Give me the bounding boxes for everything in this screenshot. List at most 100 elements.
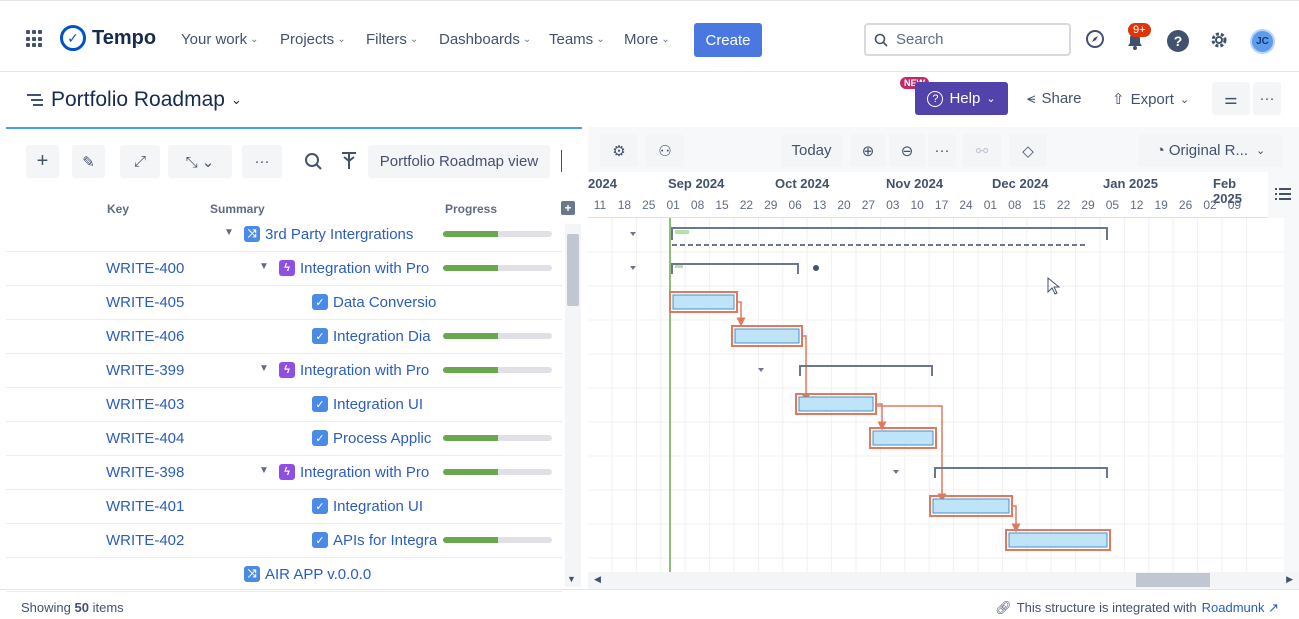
row-summary[interactable]: Data Conversio (333, 294, 436, 311)
row-key[interactable]: WRITE-400 (106, 260, 184, 277)
summary-bar-write-400[interactable] (671, 263, 799, 274)
nav-teams[interactable]: Teams ⌄ (549, 31, 605, 48)
export-button[interactable]: ⇧ Export ⌄ (1112, 90, 1189, 109)
summary-bar-write-398[interactable] (934, 467, 1108, 478)
row-summary[interactable]: Integration UI (333, 498, 423, 515)
scrollbar-thumb[interactable] (1136, 573, 1210, 587)
task-bar-write-403[interactable] (798, 396, 874, 412)
gear-icon[interactable] (1208, 29, 1230, 51)
expand-toggle-icon[interactable]: ▼ (259, 261, 269, 272)
table-row[interactable]: WRITE-398 ▼ ϟ Integration with Pro (6, 456, 562, 490)
search-input[interactable]: Search (864, 23, 1071, 56)
zoom-in-button[interactable]: ⊕ (850, 134, 886, 167)
expand-toggle-icon[interactable]: ▼ (259, 465, 269, 476)
collapse-arrow-icon[interactable] (630, 232, 636, 236)
column-header-progress[interactable]: Progress (445, 202, 497, 216)
milestone-button[interactable]: ◇ (1009, 134, 1047, 167)
task-bar-write-401[interactable] (932, 498, 1010, 514)
nav-projects[interactable]: Projects ⌄ (280, 31, 346, 48)
row-key[interactable]: WRITE-402 (106, 532, 184, 549)
today-button[interactable]: Today (781, 134, 842, 167)
zoom-out-button[interactable]: ⊖ (889, 134, 925, 167)
share-button[interactable]: ⪪ Share (1027, 90, 1082, 107)
add-button[interactable]: + (26, 145, 59, 178)
row-summary[interactable]: AIR APP v.0.0.0 (265, 566, 371, 583)
row-summary[interactable]: Integration with Pro (300, 464, 429, 481)
row-key[interactable]: WRITE-401 (106, 498, 184, 515)
help-icon[interactable]: ? (1167, 30, 1189, 52)
task-bar-write-404[interactable] (872, 430, 934, 446)
view-selector[interactable]: Portfolio Roadmap view (368, 145, 550, 178)
more-actions-button[interactable]: ··· (1253, 82, 1281, 115)
row-key[interactable]: WRITE-403 (106, 396, 184, 413)
row-summary[interactable]: Integration UI (333, 396, 423, 413)
avatar[interactable]: JC (1250, 29, 1275, 54)
search-icon[interactable] (304, 152, 322, 170)
add-column-icon[interactable]: + (561, 201, 575, 215)
nav-more[interactable]: More ⌄ (624, 31, 670, 48)
task-bar-write-406[interactable] (734, 328, 800, 344)
app-switcher-icon[interactable] (26, 30, 44, 48)
row-summary[interactable]: Integration with Pro (300, 362, 429, 379)
task-bar-write-405[interactable] (672, 294, 735, 310)
scroll-right-icon[interactable]: ▶ (1286, 574, 1293, 585)
collapse-arrow-icon[interactable] (630, 266, 636, 270)
table-row[interactable]: WRITE-402 ✓ APIs for Integra (6, 524, 562, 558)
baseline-selector[interactable]: ◔ Original R... ⌄ (1138, 134, 1283, 167)
nav-filters[interactable]: Filters ⌄ (366, 31, 418, 48)
row-summary[interactable]: Integration Dia (333, 328, 431, 345)
roadmunk-link[interactable]: Roadmunk ↗ (1202, 600, 1279, 616)
row-key[interactable]: WRITE-398 (106, 464, 184, 481)
column-header-key[interactable]: Key (107, 202, 129, 216)
table-row[interactable]: WRITE-404 ✓ Process Applic (6, 422, 562, 456)
collapse-arrow-icon[interactable] (758, 368, 764, 372)
gantt-settings-button[interactable]: ⚙ (600, 134, 638, 167)
collapse-arrow-icon[interactable] (893, 470, 899, 474)
create-button[interactable]: Create (694, 23, 762, 57)
row-key[interactable]: WRITE-405 (106, 294, 184, 311)
app-logo[interactable]: ✓ Tempo (60, 25, 156, 51)
summary-bar-write-399[interactable] (799, 365, 933, 376)
row-key[interactable]: WRITE-399 (106, 362, 184, 379)
resource-button[interactable]: ⚇ (646, 134, 684, 167)
filter-icon[interactable] (340, 151, 358, 171)
expand-toggle-icon[interactable]: ▼ (224, 227, 234, 238)
column-header-summary[interactable]: Summary (210, 202, 265, 216)
table-row[interactable]: WRITE-401 ✓ Integration UI (6, 490, 562, 524)
list-icon[interactable] (1275, 186, 1291, 202)
expand-toggle-icon[interactable]: ▼ (259, 363, 269, 374)
expand-all-button[interactable]: ⤢ (120, 145, 160, 178)
table-row[interactable]: ⤨ AIR APP v.0.0.0 (6, 558, 562, 592)
table-row[interactable]: WRITE-406 ✓ Integration Dia (6, 320, 562, 354)
link-button[interactable]: ⚯ (963, 134, 1001, 167)
page-title[interactable]: Portfolio Roadmap ⌄ (27, 88, 242, 112)
row-summary[interactable]: 3rd Party Intergrations (265, 226, 413, 243)
scroll-down-icon[interactable]: ▼ (567, 574, 576, 584)
task-bar-write-402[interactable] (1008, 532, 1108, 548)
table-row[interactable]: WRITE-399 ▼ ϟ Integration with Pro (6, 354, 562, 388)
nav-your-work[interactable]: Your work ⌄ (181, 31, 259, 48)
table-row[interactable]: WRITE-405 ✓ Data Conversio (6, 286, 562, 320)
horizontal-scrollbar[interactable]: ◀ ▶ (588, 572, 1299, 588)
nav-dashboards[interactable]: Dashboards ⌄ (439, 31, 531, 48)
row-key[interactable]: WRITE-404 (106, 430, 184, 447)
summary-bar-3rd-party[interactable] (671, 227, 1108, 240)
row-summary[interactable]: Process Applic (333, 430, 431, 447)
gantt-chart[interactable] (588, 218, 1284, 572)
pin-button[interactable]: ✎ (72, 145, 105, 178)
row-summary[interactable]: Integration with Pro (300, 260, 429, 277)
view-options-button[interactable]: ⚌ (1212, 82, 1250, 115)
row-key[interactable]: WRITE-406 (106, 328, 184, 345)
row-summary[interactable]: APIs for Integra (333, 532, 437, 549)
more-options-button[interactable]: ··· (242, 145, 282, 178)
table-row[interactable]: ▼ ⤨ 3rd Party Intergrations (6, 218, 562, 252)
vertical-scrollbar[interactable] (565, 224, 581, 587)
compass-icon[interactable] (1085, 29, 1105, 49)
scroll-left-icon[interactable]: ◀ (594, 574, 601, 585)
table-row[interactable]: WRITE-403 ✓ Integration UI (6, 388, 562, 422)
help-button[interactable]: ? Help ⌄ (915, 82, 1008, 115)
more-zoom-button[interactable]: ··· (928, 134, 956, 167)
table-row[interactable]: WRITE-400 ▼ ϟ Integration with Pro (6, 252, 562, 286)
scrollbar-thumb[interactable] (567, 234, 579, 306)
collapse-all-button[interactable]: ⤡ ⌄ (168, 145, 232, 178)
